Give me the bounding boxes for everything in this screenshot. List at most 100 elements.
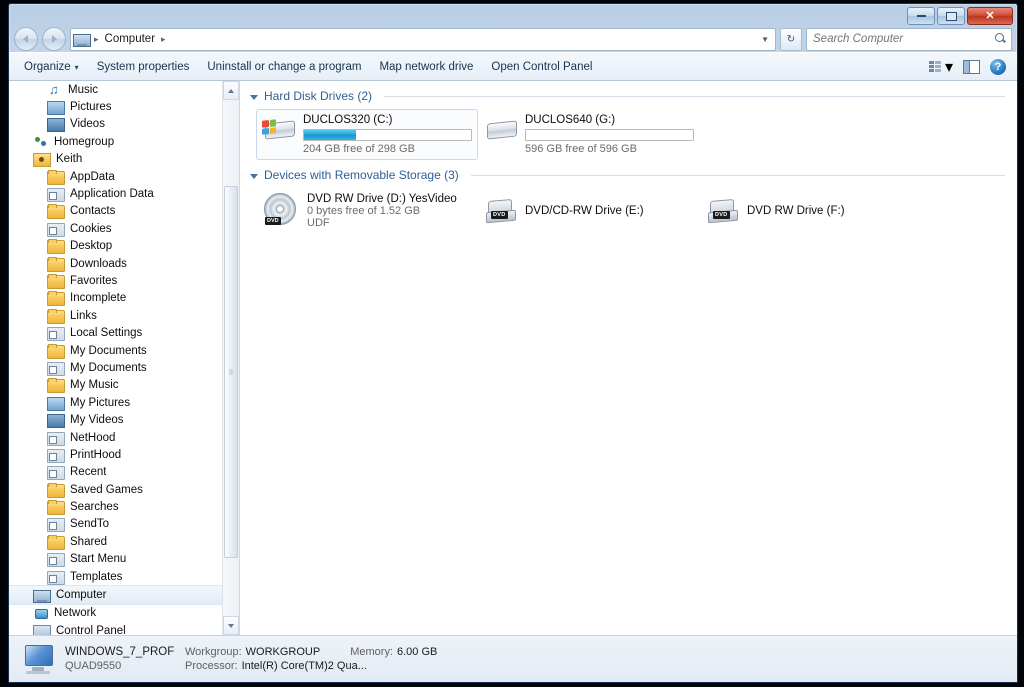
sidebar-item-local-settings[interactable]: Local Settings — [9, 324, 239, 342]
sidebar-item-searches[interactable]: Searches — [9, 498, 239, 516]
sidebar-item-label: Keith — [56, 153, 83, 166]
drive-tile[interactable]: DVD DVD RW Drive (D:) YesVideo 0 bytes fre… — [256, 188, 478, 234]
sidebar-item-contacts[interactable]: Contacts — [9, 203, 239, 220]
capacity-text: 0 bytes free of 1.52 GB — [307, 205, 421, 217]
sidebar-item-appdata[interactable]: AppData — [9, 168, 239, 185]
title-bar: ✕ — [9, 4, 1017, 26]
sidebar-item-homegroup[interactable]: Homegroup — [9, 133, 239, 150]
group-title: Devices with Removable Storage (3) — [264, 168, 459, 182]
drive-name: DVD RW Drive (D:) YesVideo — [307, 193, 457, 205]
junction-icon — [47, 327, 65, 342]
sidebar-item-recent[interactable]: Recent — [9, 464, 239, 481]
junction-icon — [47, 570, 65, 585]
group-header[interactable]: Hard Disk Drives (2) — [240, 81, 1017, 105]
open-control-panel-button[interactable]: Open Control Panel — [482, 57, 601, 77]
sidebar-item-label: Shared — [70, 535, 108, 548]
hard-drive-icon — [484, 114, 518, 142]
sidebar-item-shared[interactable]: Shared — [9, 533, 239, 550]
control-panel-icon — [33, 624, 51, 635]
folder-icon — [47, 169, 65, 185]
sidebar-item-label: Start Menu — [70, 553, 127, 566]
sidebar-item-my-pictures[interactable]: My Pictures — [9, 394, 239, 411]
sidebar-item-label: NetHood — [70, 431, 116, 444]
navigation-tree: Music Pictures Videos Homegroup Keith AppData… — [9, 81, 239, 635]
sidebar-item-label: Desktop — [70, 240, 113, 253]
close-button[interactable]: ✕ — [967, 7, 1013, 25]
collapse-triangle-icon[interactable] — [250, 173, 258, 179]
breadcrumb-separator-2[interactable]: ▸ — [161, 34, 166, 45]
sidebar-item-my-videos[interactable]: My Videos — [9, 411, 239, 429]
sidebar-item-pictures[interactable]: Pictures — [9, 98, 239, 116]
sidebar-item-keith[interactable]: Keith — [9, 151, 239, 168]
group-rule — [470, 174, 1005, 176]
scroll-down-button[interactable] — [223, 616, 239, 635]
user-folder-icon — [33, 153, 51, 168]
sidebar-item-label: Searches — [70, 501, 119, 514]
sidebar-item-control-panel[interactable]: Control Panel — [9, 622, 239, 635]
explorer-window: ✕ ▸ Computer ▸ ▼ ↻ Organize▾ — [8, 3, 1018, 683]
command-bar: Organize ▾ System properties Uninstall or… — [9, 52, 1017, 81]
group-header[interactable]: Devices with Removable Storage (3) — [240, 160, 1017, 184]
sidebar-item-saved-games[interactable]: Saved Games — [9, 481, 239, 498]
organize-button[interactable]: Organize ▾ — [15, 57, 88, 77]
sidebar-item-cookies[interactable]: Cookies — [9, 220, 239, 237]
junction-icon — [47, 361, 65, 376]
collapse-triangle-icon[interactable] — [250, 94, 258, 100]
forward-button[interactable] — [42, 27, 66, 51]
computer-icon — [33, 589, 51, 603]
drive-name: DUCLOS640 (G:) — [525, 114, 616, 126]
refresh-button[interactable]: ↻ — [780, 27, 802, 51]
map-network-drive-button[interactable]: Map network drive — [370, 57, 482, 77]
sidebar-item-nethood[interactable]: NetHood — [9, 429, 239, 446]
pictures-icon — [47, 101, 65, 116]
preview-pane-button[interactable] — [958, 57, 985, 77]
filesystem-label: UDF — [307, 217, 330, 229]
sidebar-item-my-music[interactable]: My Music — [9, 377, 239, 394]
change-view-button[interactable]: ▾ — [924, 54, 958, 80]
sidebar-item-printhood[interactable]: PrintHood — [9, 446, 239, 463]
address-dropdown-icon[interactable]: ▼ — [761, 35, 773, 44]
address-bar[interactable]: ▸ Computer ▸ ▼ — [70, 27, 776, 51]
sidebar-item-downloads[interactable]: Downloads — [9, 255, 239, 272]
search-box[interactable] — [806, 27, 1012, 51]
system-properties-button[interactable]: System properties — [88, 57, 199, 77]
maximize-button[interactable] — [937, 7, 965, 25]
navigation-scrollbar[interactable] — [222, 81, 239, 635]
sidebar-item-my-documents[interactable]: My Documents — [9, 359, 239, 376]
uninstall-program-button[interactable]: Uninstall or change a program — [198, 57, 370, 77]
sidebar-item-desktop[interactable]: Desktop — [9, 238, 239, 255]
sidebar-item-my-documents[interactable]: My Documents — [9, 342, 239, 359]
sidebar-item-incomplete[interactable]: Incomplete — [9, 290, 239, 307]
sidebar-item-templates[interactable]: Templates — [9, 568, 239, 585]
scrollbar-thumb[interactable] — [224, 186, 238, 558]
back-button[interactable] — [14, 27, 38, 51]
sidebar-item-links[interactable]: Links — [9, 307, 239, 324]
sidebar-item-start-menu[interactable]: Start Menu — [9, 551, 239, 568]
file-list-pane[interactable]: Hard Disk Drives (2) DUCLOS320 (C:) 204 GB… — [240, 81, 1017, 635]
minimize-button[interactable] — [907, 7, 935, 25]
drive-tile[interactable]: DUCLOS320 (C:) 204 GB free of 298 GB — [256, 109, 478, 160]
help-button[interactable]: ? — [985, 56, 1011, 78]
sidebar-item-favorites[interactable]: Favorites — [9, 272, 239, 289]
sidebar-item-label: Incomplete — [70, 292, 127, 305]
drive-tile[interactable]: DVD DVD/CD-RW Drive (E:) — [478, 188, 700, 234]
details-pane: WINDOWS_7_PROF Workgroup: WORKGROUP Memo… — [9, 635, 1017, 682]
homegroup-icon — [33, 134, 49, 150]
drive-tile[interactable]: DVD DVD RW Drive (F:) — [700, 188, 922, 234]
sidebar-item-network[interactable]: Network — [9, 605, 239, 622]
breadcrumb-separator: ▸ — [94, 33, 99, 44]
desktop-background: ✕ ▸ Computer ▸ ▼ ↻ Organize▾ — [0, 0, 1024, 687]
sidebar-item-label: Application Data — [70, 188, 154, 201]
videos-icon — [47, 118, 65, 133]
sidebar-item-application-data[interactable]: Application Data — [9, 185, 239, 203]
sidebar-item-music[interactable]: Music — [9, 81, 239, 98]
sidebar-item-computer[interactable]: Computer — [9, 585, 239, 605]
search-input[interactable] — [811, 32, 995, 46]
drive-tile[interactable]: DUCLOS640 (G:) 596 GB free of 596 GB — [478, 109, 700, 160]
scroll-up-button[interactable] — [223, 81, 239, 100]
sidebar-item-label: Pictures — [70, 101, 112, 114]
sidebar-item-videos[interactable]: Videos — [9, 116, 239, 133]
links-folder-icon — [47, 308, 65, 324]
breadcrumb-computer[interactable]: Computer — [102, 32, 159, 46]
sidebar-item-sendto[interactable]: SendTo — [9, 516, 239, 533]
